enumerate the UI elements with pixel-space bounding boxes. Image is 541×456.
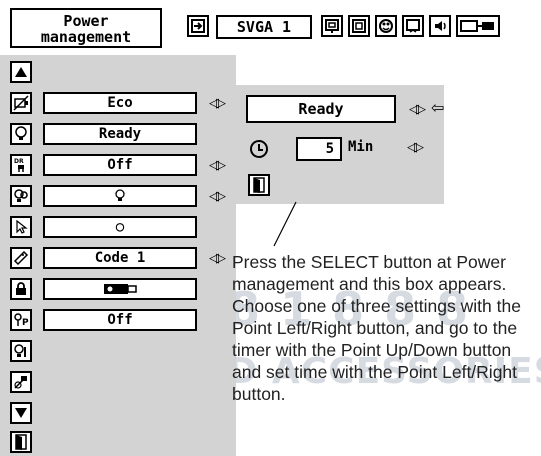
image-icon[interactable]	[321, 15, 343, 37]
scroll-up-icon[interactable]	[10, 61, 32, 83]
eco-field[interactable]: Eco	[43, 92, 197, 114]
selection-arrow-icon: ⇦	[431, 100, 445, 117]
direct-on-arrows-icon[interactable]: ◁▷	[201, 154, 231, 176]
pin-code-field[interactable]: Off	[43, 309, 197, 331]
timer-arrows-icon[interactable]: ◁▷	[399, 136, 429, 158]
lamp-counter-icon[interactable]	[10, 371, 32, 393]
eco-arrows-icon[interactable]: ◁▷	[201, 92, 231, 114]
svg-text:DR: DR	[14, 158, 24, 165]
signal-mode-box: SVGA 1	[216, 15, 312, 39]
input-icon[interactable]	[187, 15, 209, 37]
timer-field[interactable]: 5	[296, 137, 342, 161]
pin-code-icon[interactable]: P	[10, 309, 32, 331]
timer-unit-label: Min	[348, 139, 374, 155]
remote-control-field[interactable]: Code 1	[43, 247, 197, 269]
filter-icon[interactable]	[10, 340, 32, 362]
lamp-mode-field[interactable]	[43, 185, 197, 207]
screen-icon[interactable]	[402, 15, 424, 37]
svg-text:P: P	[22, 318, 29, 328]
pointer-field[interactable]: ○	[43, 216, 197, 238]
submenu-mode-field[interactable]: Ready	[246, 95, 396, 123]
lamp-mode-value-icon	[115, 189, 125, 201]
submenu-exit-icon[interactable]	[248, 174, 270, 196]
scroll-down-icon[interactable]	[10, 402, 32, 424]
exit-icon[interactable]	[10, 431, 32, 453]
color-icon[interactable]	[375, 15, 397, 37]
submenu-mode-arrows-icon[interactable]: ◁▷	[401, 98, 431, 120]
clock-icon	[250, 140, 268, 158]
remote-control-arrows-icon[interactable]: ◁▷	[201, 247, 231, 269]
direct-on-field[interactable]: Off	[43, 154, 197, 176]
callout-line	[273, 201, 297, 247]
remote-control-icon[interactable]	[10, 247, 32, 269]
direct-on-icon[interactable]: DR	[10, 154, 32, 176]
eco-icon[interactable]	[10, 92, 32, 114]
setting-icon[interactable]	[456, 15, 500, 37]
menu-title-line2: management	[40, 28, 132, 46]
instruction-text: Press the SELECT button at Power managem…	[232, 252, 521, 404]
picture-icon[interactable]	[348, 15, 370, 37]
power-management-icon[interactable]	[10, 123, 32, 145]
menu-title-line1: Power	[63, 12, 109, 30]
projector-icon	[104, 284, 137, 294]
lamp-mode-icon[interactable]	[10, 185, 32, 207]
key-lock-icon[interactable]	[10, 278, 32, 300]
lamp-mode-arrows-icon[interactable]: ◁▷	[201, 185, 231, 207]
sound-icon[interactable]	[429, 15, 451, 37]
menu-title: Power management	[10, 8, 162, 48]
power-management-field[interactable]: Ready	[43, 123, 197, 145]
pointer-icon[interactable]	[10, 216, 32, 238]
key-lock-field[interactable]	[43, 278, 197, 300]
